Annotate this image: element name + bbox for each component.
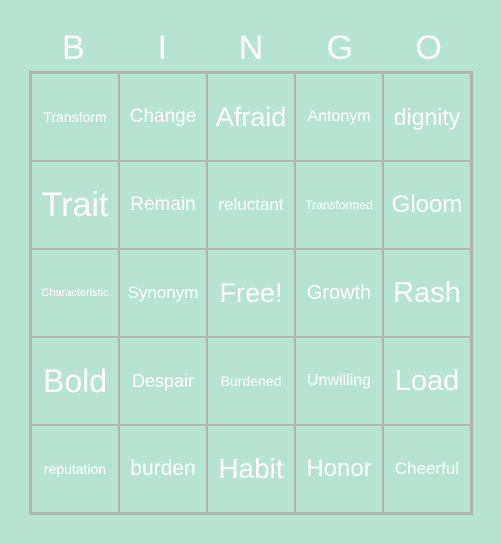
- bingo-header: B I N G O: [29, 28, 473, 68]
- bingo-cell[interactable]: Antonym: [295, 73, 383, 161]
- bingo-cell[interactable]: Rash: [383, 249, 471, 337]
- bingo-cell[interactable]: Trait: [31, 161, 119, 249]
- bingo-grid: Transform Change Afraid Antonym dignity …: [29, 71, 473, 515]
- bingo-cell[interactable]: Load: [383, 337, 471, 425]
- free-space[interactable]: Free!: [207, 249, 295, 337]
- header-letter-b: B: [62, 29, 85, 67]
- bingo-cell[interactable]: burden: [119, 425, 207, 513]
- header-letter-i: I: [157, 29, 167, 67]
- header-letter-g: G: [326, 29, 354, 67]
- header-letter-n: N: [238, 29, 264, 67]
- bingo-cell[interactable]: reputation: [31, 425, 119, 513]
- bingo-cell[interactable]: Honor: [295, 425, 383, 513]
- bingo-cell[interactable]: Transformed: [295, 161, 383, 249]
- bingo-cell[interactable]: Burdened: [207, 337, 295, 425]
- bingo-cell[interactable]: Change: [119, 73, 207, 161]
- bingo-cell[interactable]: Habit: [207, 425, 295, 513]
- bingo-cell[interactable]: reluctant: [207, 161, 295, 249]
- bingo-cell[interactable]: Bold: [31, 337, 119, 425]
- bingo-cell[interactable]: Remain: [119, 161, 207, 249]
- bingo-cell[interactable]: Transform: [31, 73, 119, 161]
- bingo-cell[interactable]: Afraid: [207, 73, 295, 161]
- bingo-cell[interactable]: Cheerful: [383, 425, 471, 513]
- bingo-cell[interactable]: Unwilling: [295, 337, 383, 425]
- bingo-cell[interactable]: dignity: [383, 73, 471, 161]
- bingo-cell[interactable]: Despair: [119, 337, 207, 425]
- bingo-cell[interactable]: Gloom: [383, 161, 471, 249]
- bingo-cell[interactable]: Synonym: [119, 249, 207, 337]
- bingo-cell[interactable]: Characteristic: [31, 249, 119, 337]
- header-letter-o: O: [415, 29, 442, 67]
- bingo-cell[interactable]: Growth: [295, 249, 383, 337]
